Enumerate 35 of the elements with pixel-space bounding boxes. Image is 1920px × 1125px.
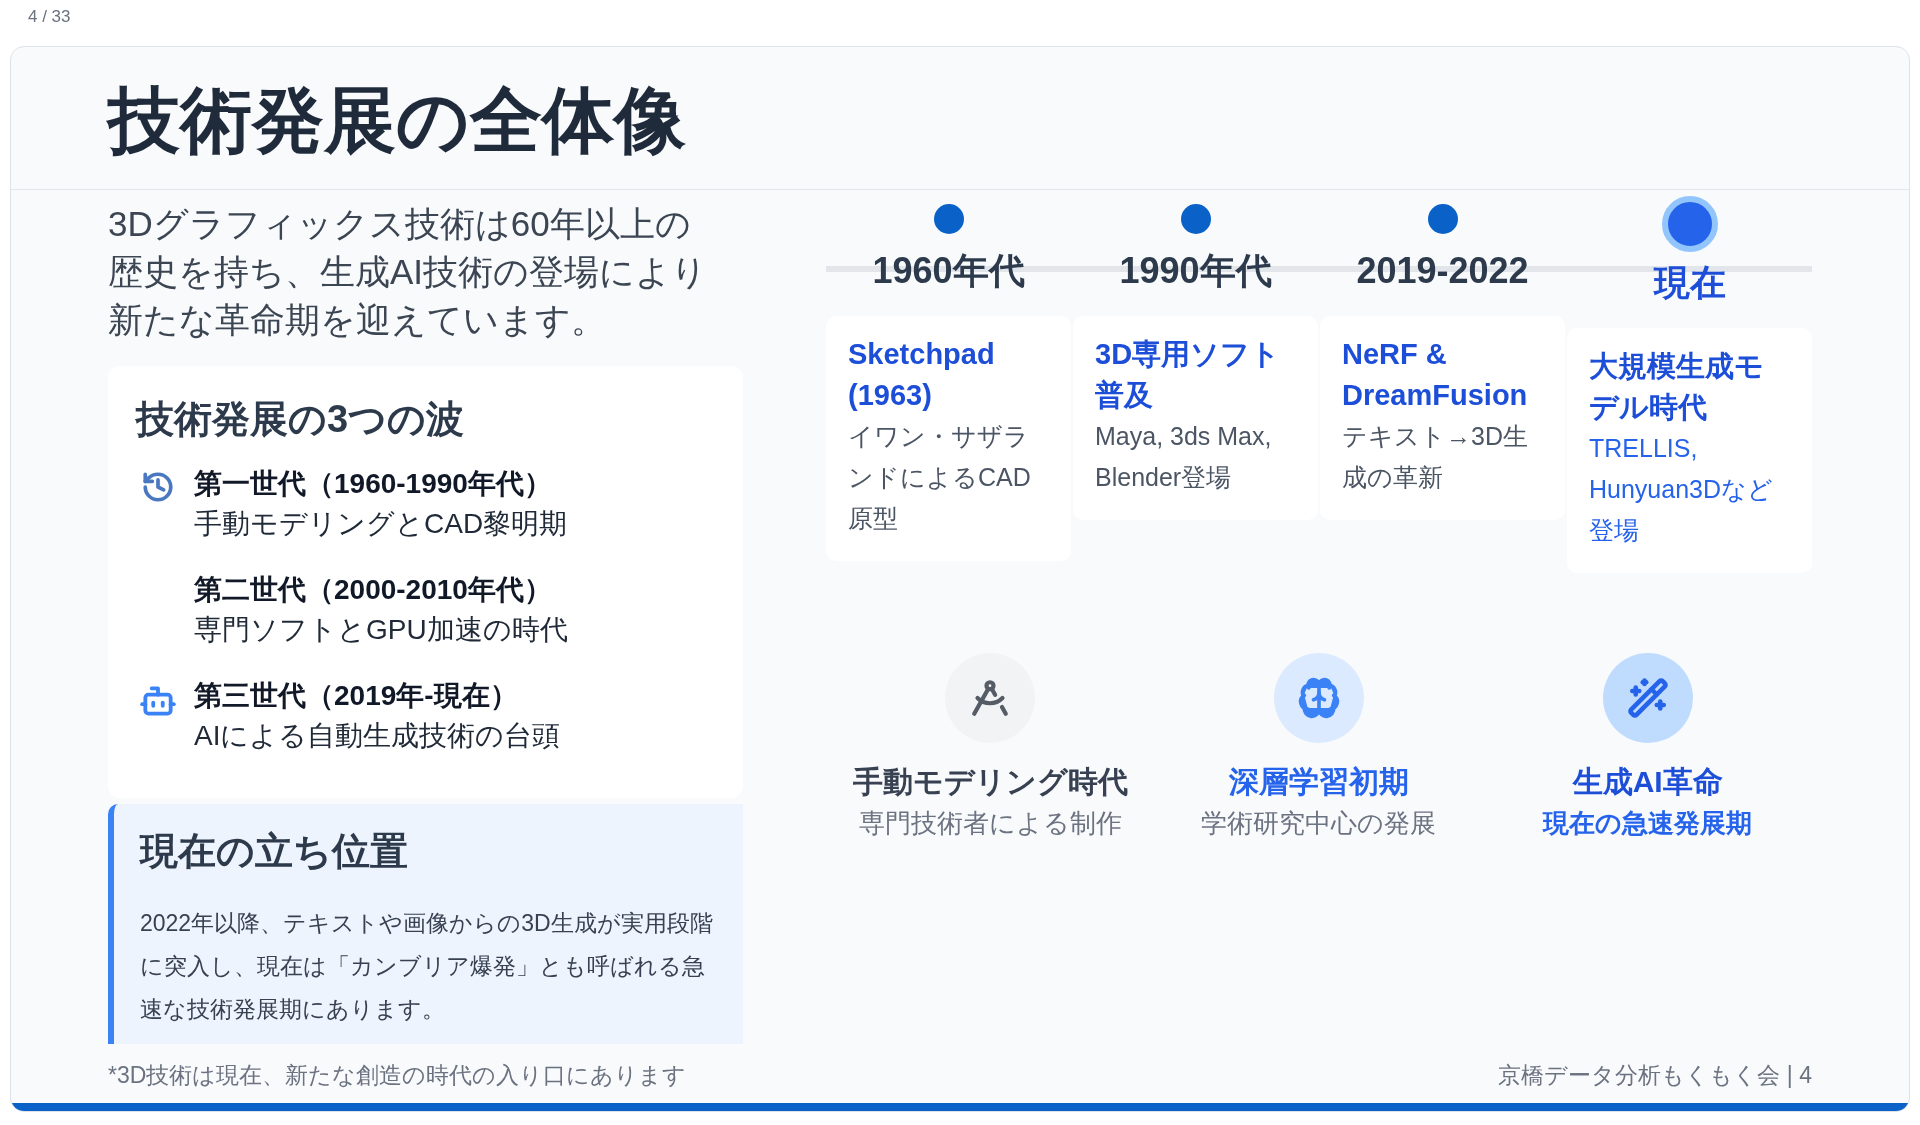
timeline-year: 1990年代 [1119,249,1272,293]
footer-text: 京橋データ分析もくもく会 | 4 [1498,1061,1812,1091]
history-icon [141,470,175,504]
page-counter: 4 / 33 [28,7,71,26]
timeline-card-text: イワン・サザランドによるCAD原型 [848,421,1032,534]
brain-icon [1297,676,1341,720]
era-subtitle: 現在の急速発展期 [1543,807,1753,840]
timeline-card-text: TRELLIS, Hunyuan3Dなど登場 [1589,433,1775,546]
position-text: 2022年以降、テキストや画像からの3D生成が実用段階に突入し、現在は「カンブリア爆発」とも呼ばれる急速な技術発展期にあります。 [140,909,714,1024]
timeline-card-title: 大規模生成モデル時代 [1589,349,1765,425]
wave-description: 専門ソフトとGPU加速の時代 [194,613,568,647]
wave-description: 手動モデリングとCAD黎明期 [194,507,568,541]
slide-title: 技術発展の全体像 [108,79,687,162]
timeline-year: 2019-2022 [1356,249,1529,293]
era-subtitle: 学術研究中心の発展 [1201,807,1437,840]
intro-text: 3Dグラフィックス技術は60年以上の歴史を持ち、生成AI技術の登場により新たな革命期を迎えています。 [108,203,709,341]
timeline-card-text: Maya, 3ds Max, Blender登場 [1095,421,1273,493]
timeline-card-text: テキスト→3D生成の革新 [1342,421,1529,493]
timeline-year: 1960年代 [872,249,1025,293]
wave-title: 第一世代（1960-1990年代） [194,467,553,501]
era-title: 深層学習初期 [1229,764,1409,800]
era-subtitle: 専門技術者による制作 [858,807,1122,840]
position-heading: 現在の立ち位置 [140,829,409,874]
footnote: *3D技術は現在、新たな創造の時代の入り口にあります [108,1061,687,1091]
wave-title: 第二世代（2000-2010年代） [194,573,553,607]
wave-description: AIによる自動生成技術の台頭 [194,719,561,753]
timeline-card-title: Sketchpad (1963) [848,337,996,413]
wave-title: 第三世代（2019年-現在） [194,679,519,713]
magic-wand-icon [1626,677,1669,719]
timeline-card-title: NeRF & DreamFusion [1342,337,1529,413]
era-title: 手動モデリング時代 [852,764,1128,800]
timeline-year: 現在 [1653,261,1726,305]
waves-heading: 技術発展の3つの波 [136,397,466,442]
timeline-card-title: 3D専用ソフト普及 [1095,337,1282,413]
era-title: 生成AI革命 [1572,764,1723,800]
